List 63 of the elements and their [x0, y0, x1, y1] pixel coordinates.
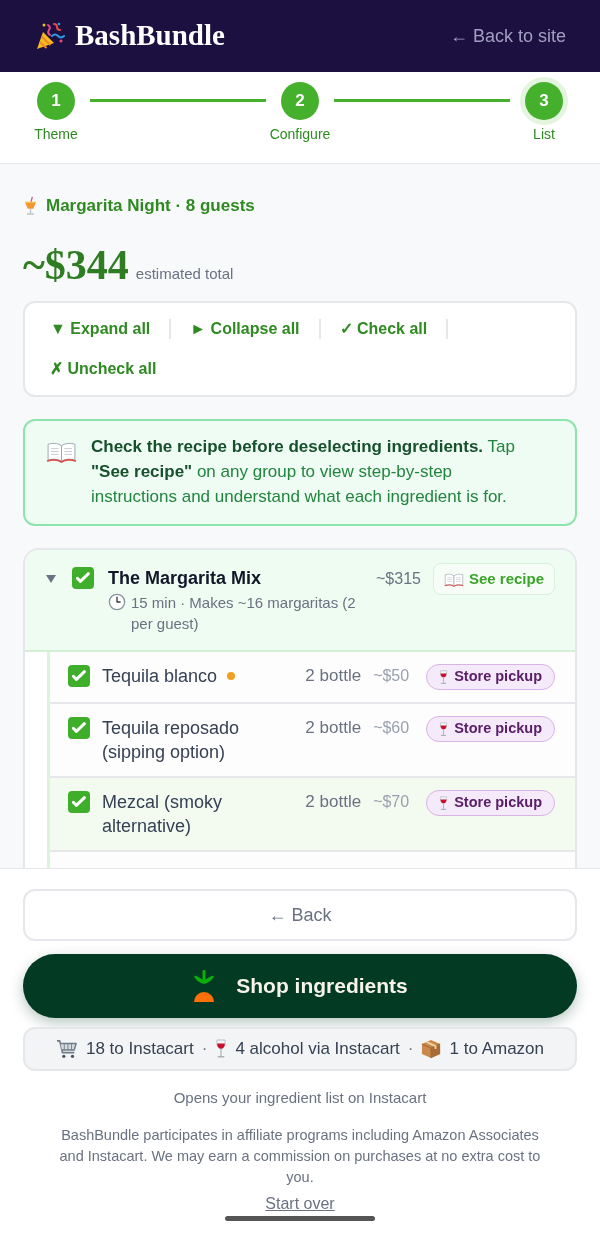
- notice-text: Check the recipe before deselecting ingredients. Tap "See recipe" on any group to view step-by-step instructions and understand what each ingredient is for.: [91, 436, 516, 508]
- bulk-action-button[interactable]: ✗ Uncheck all: [50, 349, 157, 389]
- ingredient-price: ~$70: [373, 792, 410, 812]
- group-title: The Margarita Mix: [108, 567, 263, 590]
- ingredient-price: ~$60: [373, 718, 410, 738]
- wine-glass-icon: [439, 721, 449, 737]
- clock-icon: [108, 593, 126, 611]
- caret-icon[interactable]: [46, 575, 56, 583]
- group-price: ~$315: [376, 569, 421, 589]
- bulk-action-button[interactable]: ✓ Check all: [339, 309, 428, 349]
- event-title: Margarita Night · 8 guests: [46, 195, 255, 217]
- step-label: List: [533, 125, 555, 143]
- store-pickup-tag: Store pickup: [426, 664, 555, 690]
- group-meta: 15 min · Makes ~16 margaritas (2 per guest): [131, 593, 357, 634]
- wine-glass-icon: [439, 795, 449, 811]
- checkmark-icon: [72, 796, 86, 808]
- ingredient-row[interactable]: Mezcal (smoky alternative) 2 bottle ~$70 Store pickup: [50, 778, 575, 852]
- party-popper-icon: [35, 21, 65, 51]
- package-icon: [421, 1039, 442, 1059]
- estimated-total: ~$344: [23, 243, 129, 287]
- ingredient-checkbox[interactable]: [68, 791, 90, 813]
- store-pickup-tag: Store pickup: [426, 716, 555, 742]
- summary-text: 1 to Amazon: [449, 1038, 544, 1061]
- step-number[interactable]: 2: [281, 82, 319, 120]
- checkmark-icon: [72, 722, 86, 734]
- checkmark-icon: [76, 572, 90, 584]
- ingredient-quantity: 2 bottle: [305, 665, 362, 687]
- book-icon: [443, 571, 464, 587]
- estimated-total-caption: estimated total: [135, 264, 234, 284]
- ingredient-quantity: 2 bottle: [305, 791, 362, 813]
- shop-ingredients-button[interactable]: Shop ingredients: [23, 954, 577, 1018]
- step-label: Configure: [269, 125, 331, 143]
- bulk-action-button[interactable]: ► Collapse all: [190, 309, 300, 349]
- affiliate-disclaimer: BashBundle participates in affiliate programs including Amazon Associates and Instacart. We may earn a commission on purchases at no extra cost to you.: [58, 1126, 542, 1187]
- wine-glass-icon: [215, 1039, 228, 1059]
- cocktail-icon: [23, 196, 38, 216]
- ingredient-checkbox[interactable]: [68, 717, 90, 739]
- ingredient-name: Tequila blanco: [102, 665, 218, 688]
- carrot-icon: [192, 970, 217, 1002]
- group-checkbox[interactable]: [72, 567, 94, 589]
- shopping-cart-icon: [56, 1039, 78, 1059]
- summary-text: 4 alcohol via Instacart: [235, 1038, 400, 1061]
- back-to-site-link[interactable]: ← Back to site: [449, 22, 566, 50]
- bulk-action-button[interactable]: ▼ Expand all: [50, 309, 151, 349]
- ingredient-name: Mezcal (smoky alternative): [102, 791, 223, 838]
- ingredient-quantity: 2 bottle: [305, 717, 362, 739]
- ingredient-checkbox[interactable]: [68, 665, 90, 687]
- step-number[interactable]: 1: [37, 82, 75, 120]
- instacart-caption: Opens your ingredient list on Instacart: [172, 1088, 428, 1108]
- wine-glass-icon: [439, 669, 449, 685]
- logo-text[interactable]: BashBundle: [75, 14, 225, 58]
- checkmark-icon: [72, 670, 86, 682]
- see-recipe-button[interactable]: See recipe: [432, 563, 555, 595]
- back-button[interactable]: ← Back: [23, 889, 577, 941]
- step-label: Theme: [34, 125, 78, 143]
- separator-dot: ·: [201, 1038, 208, 1061]
- start-over-link[interactable]: Start over: [265, 1194, 335, 1214]
- store-pickup-tag: Store pickup: [426, 790, 555, 816]
- book-icon: [46, 440, 77, 463]
- summary-text: 18 to Instacart: [86, 1038, 194, 1061]
- ingredient-price: ~$50: [373, 666, 410, 686]
- separator-dot: ·: [407, 1038, 414, 1061]
- ingredient-name: Tequila reposado (sipping option): [102, 717, 241, 764]
